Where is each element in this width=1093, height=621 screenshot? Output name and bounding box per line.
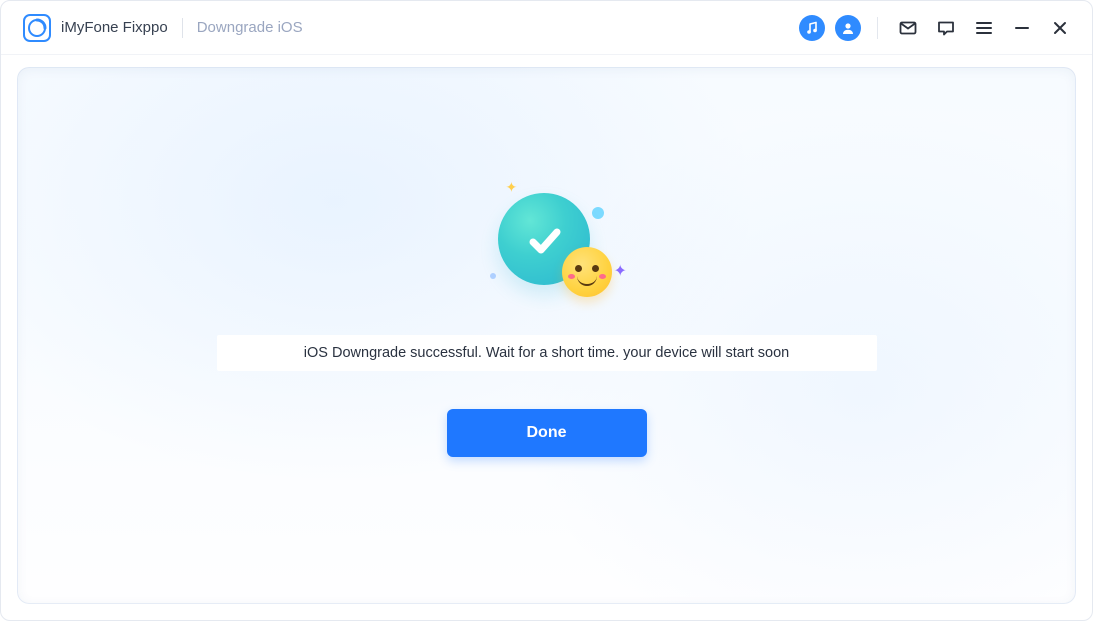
sparkle-icon: ✦: [506, 179, 518, 196]
account-icon[interactable]: [835, 15, 861, 41]
status-message-box: iOS Downgrade successful. Wait for a sho…: [217, 335, 877, 371]
music-icon[interactable]: [799, 15, 825, 41]
app-title: iMyFone Fixppo: [61, 19, 168, 36]
smiley-icon: [562, 247, 612, 297]
main-area: ✦ ✦ iOS Downgrade successful. Wait for a…: [1, 55, 1092, 620]
titlebar: iMyFone Fixppo Downgrade iOS: [1, 1, 1092, 55]
app-logo: [23, 14, 51, 42]
decoration-dot: [592, 207, 604, 219]
page-subtitle: Downgrade iOS: [197, 19, 303, 36]
menu-icon[interactable]: [970, 14, 998, 42]
title-separator: [182, 18, 183, 38]
status-message: iOS Downgrade successful. Wait for a sho…: [229, 345, 865, 361]
sparkle-icon: ✦: [614, 261, 627, 281]
close-button[interactable]: [1046, 14, 1074, 42]
done-button[interactable]: Done: [447, 409, 647, 457]
feedback-icon[interactable]: [932, 14, 960, 42]
decoration-dot: [490, 273, 496, 279]
minimize-button[interactable]: [1008, 14, 1036, 42]
content-panel: ✦ ✦ iOS Downgrade successful. Wait for a…: [17, 67, 1076, 604]
success-graphic: ✦ ✦: [462, 185, 632, 305]
mail-icon[interactable]: [894, 14, 922, 42]
separator: [877, 17, 878, 39]
titlebar-controls: [799, 14, 1074, 42]
